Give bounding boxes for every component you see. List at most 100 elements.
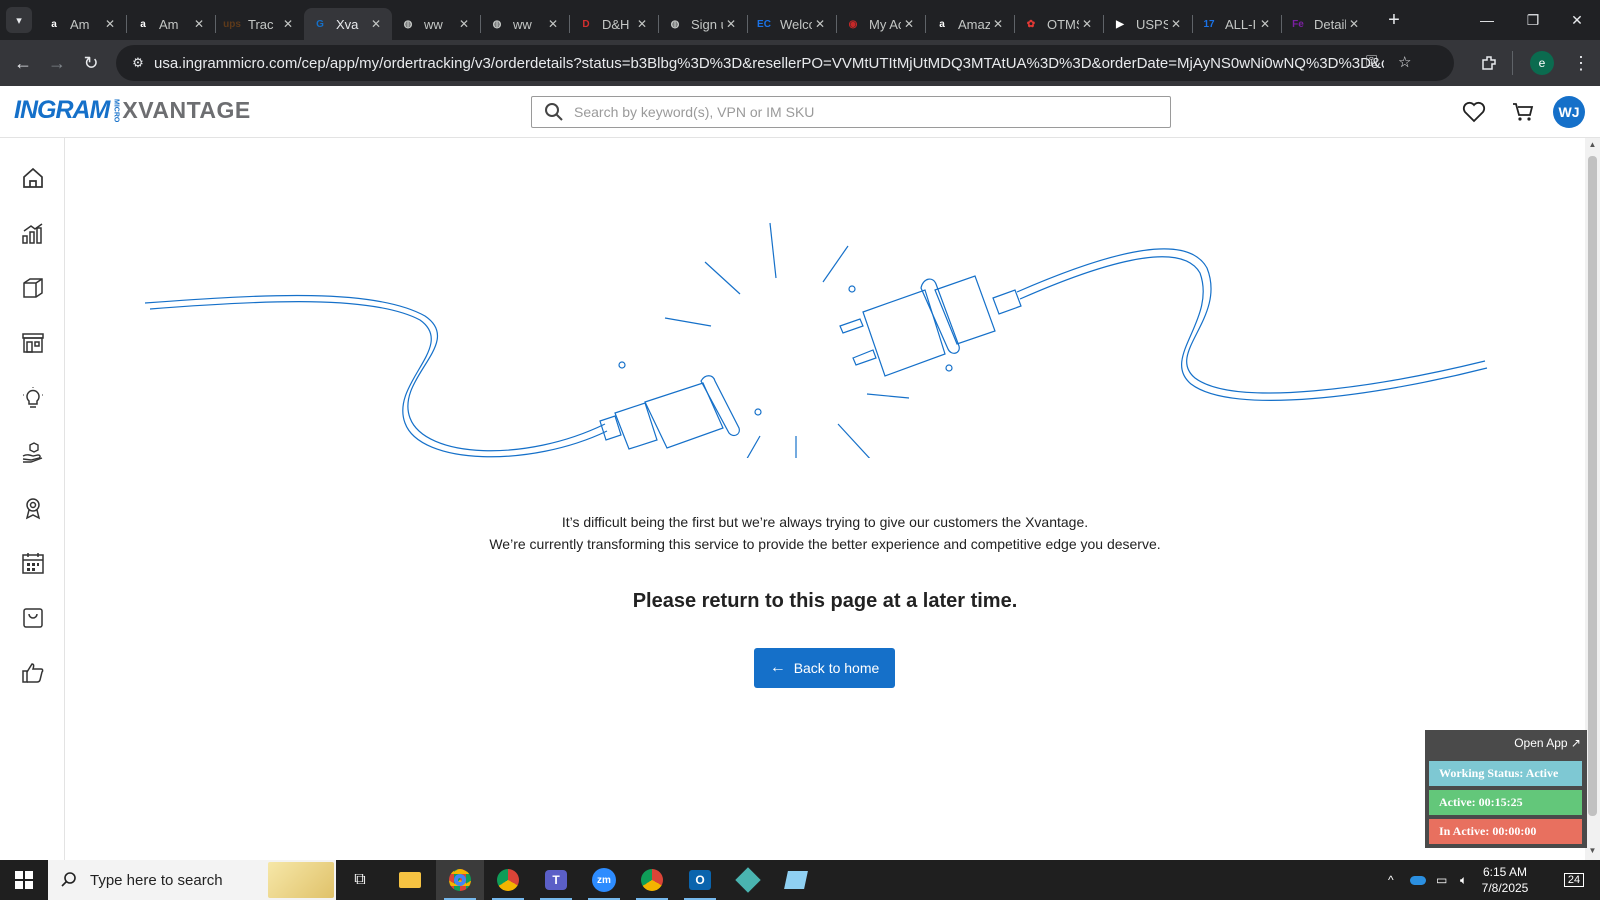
browser-tab[interactable]: a Amazon✕ — [926, 8, 1014, 40]
browser-tab[interactable]: ◉ My Acc✕ — [837, 8, 925, 40]
sidebar-item-feedback[interactable] — [19, 659, 47, 687]
url-text[interactable]: usa.ingrammicro.com/cep/app/my/ordertrac… — [154, 55, 1384, 72]
tab-close-icon[interactable]: ✕ — [723, 17, 739, 31]
browser-tab[interactable]: G Xva ✕ — [304, 8, 392, 40]
tab-title: Sign up — [691, 16, 723, 32]
scroll-down-arrow-icon[interactable]: ▼ — [1588, 846, 1597, 855]
ingram-xvantage-logo[interactable]: INGRAM MICRO XVANTAGE — [14, 96, 251, 125]
browser-tab[interactable]: ✿ OTMS✕ — [1015, 8, 1103, 40]
chrome-menu-icon[interactable]: ⋮ — [1564, 46, 1598, 80]
reload-button[interactable]: ↻ — [74, 46, 108, 80]
amazon-icon: a — [51, 18, 57, 30]
message-line-1: It’s difficult being the first but we’re… — [561, 514, 1089, 530]
onedrive-icon[interactable] — [1410, 860, 1426, 900]
forward-nav-button[interactable]: → — [40, 46, 74, 80]
taskbar-chrome-profile-2[interactable] — [484, 860, 532, 900]
sidebar-item-home[interactable] — [19, 164, 47, 192]
tab-title: Welcom — [780, 16, 812, 32]
wishlist-heart-icon[interactable] — [1460, 98, 1488, 126]
taskbar-chrome[interactable] — [436, 860, 484, 900]
page-scrollbar[interactable]: ▲ ▼ — [1585, 138, 1600, 860]
taskbar-search-box[interactable]: Type here to search — [48, 860, 336, 900]
tab-close-icon[interactable]: ✕ — [456, 17, 472, 31]
teams-icon: T — [545, 870, 567, 890]
browser-tab[interactable]: a Am ✕ — [38, 8, 126, 40]
cart-icon[interactable] — [1509, 98, 1537, 126]
taskbar-chrome-profile-3[interactable] — [628, 860, 676, 900]
search-input[interactable] — [574, 104, 1154, 120]
browser-tab[interactable]: 17 ALL-IN-✕ — [1193, 8, 1281, 40]
tab-close-icon[interactable]: ✕ — [191, 17, 207, 31]
profile-avatar[interactable]: e — [1530, 51, 1554, 75]
open-app-link[interactable]: Open App ↗ — [1514, 736, 1581, 750]
scrollbar-thumb[interactable] — [1588, 156, 1597, 816]
sidebar-item-store[interactable] — [19, 329, 47, 357]
back-nav-button[interactable]: ← — [6, 46, 40, 80]
sidebar-item-calendar[interactable] — [19, 549, 47, 577]
browser-tab[interactable]: ◍ ww ✕ — [392, 8, 480, 40]
tab-close-icon[interactable]: ✕ — [634, 17, 650, 31]
bookmark-star-icon[interactable]: ☆ — [1398, 53, 1411, 71]
tab-close-icon[interactable]: ✕ — [1346, 17, 1362, 31]
tab-close-icon[interactable]: ✕ — [102, 17, 118, 31]
browser-tab[interactable]: ups Trac ✕ — [216, 8, 304, 40]
tab-title: Am — [159, 16, 179, 32]
user-avatar[interactable]: WJ — [1553, 96, 1585, 128]
close-window-button[interactable]: ✕ — [1554, 0, 1600, 40]
start-button[interactable] — [0, 860, 48, 900]
browser-tab[interactable]: Fe Detailed✕ — [1282, 8, 1370, 40]
sidebar-item-analytics[interactable] — [19, 219, 47, 247]
address-bar[interactable]: ⚙ usa.ingrammicro.com/cep/app/my/ordertr… — [116, 45, 1454, 81]
ec-icon: EC — [757, 18, 771, 30]
taskbar-zoom[interactable]: zm — [580, 860, 628, 900]
logo-xvantage: XVANTAGE — [122, 97, 251, 123]
restore-button[interactable]: ❐ — [1510, 0, 1556, 40]
minimize-button[interactable]: — — [1464, 0, 1510, 40]
browser-tab[interactable]: a Am ✕ — [127, 8, 215, 40]
taskbar-outlook[interactable]: O — [676, 860, 724, 900]
tab-close-icon[interactable]: ✕ — [1168, 17, 1184, 31]
password-key-icon[interactable]: ⚿ — [1366, 53, 1377, 70]
store-icon — [22, 333, 44, 353]
tab-close-icon[interactable]: ✕ — [901, 17, 917, 31]
sidebar-item-programs[interactable] — [19, 494, 47, 522]
tab-close-icon[interactable]: ✕ — [545, 17, 561, 31]
volume-icon[interactable]: 🔈︎ — [1460, 860, 1467, 900]
taskbar-file-explorer[interactable] — [386, 860, 434, 900]
tab-close-icon[interactable]: ✕ — [368, 17, 384, 31]
sidebar-item-services[interactable] — [19, 439, 47, 467]
site-info-icon[interactable]: ⚙ — [126, 55, 150, 71]
scroll-up-arrow-icon[interactable]: ▲ — [1588, 140, 1597, 149]
sidebar-item-insights[interactable] — [19, 384, 47, 412]
taskbar-clock[interactable]: 6:15 AM 7/8/2025 — [1470, 864, 1540, 896]
taskbar-app-notes[interactable] — [772, 860, 820, 900]
unplugged-cable-illustration — [145, 222, 1488, 458]
tab-search-menu-button[interactable]: ▾ — [6, 7, 32, 33]
tab-close-icon[interactable]: ✕ — [1079, 17, 1095, 31]
tab-close-icon[interactable]: ✕ — [812, 17, 828, 31]
tab-close-icon[interactable]: ✕ — [280, 17, 296, 31]
home-icon — [23, 167, 43, 188]
browser-tab[interactable]: ◍ Sign up✕ — [659, 8, 747, 40]
tray-overflow-icon[interactable]: ^ — [1388, 860, 1394, 900]
orders-box-icon — [23, 278, 43, 298]
notifications-icon[interactable]: 24 — [1560, 860, 1588, 900]
analytics-icon — [22, 223, 43, 244]
sidebar-item-shopping[interactable] — [19, 604, 47, 632]
network-icon[interactable]: ▭ — [1436, 860, 1447, 900]
new-tab-button[interactable]: + — [1380, 9, 1408, 32]
tab-close-icon[interactable]: ✕ — [990, 17, 1006, 31]
search-box[interactable] — [531, 96, 1171, 128]
browser-tab[interactable]: EC Welcom✕ — [748, 8, 836, 40]
working-status: Working Status: Active — [1429, 761, 1582, 786]
extensions-icon[interactable] — [1472, 46, 1506, 80]
browser-tab[interactable]: ▶ USPS.co✕ — [1104, 8, 1192, 40]
tab-close-icon[interactable]: ✕ — [1257, 17, 1273, 31]
taskbar-app-diamond[interactable] — [724, 860, 772, 900]
back-to-home-button[interactable]: ← Back to home — [754, 648, 895, 688]
browser-tab[interactable]: ◍ ww ✕ — [481, 8, 569, 40]
browser-tab[interactable]: D D&H Di✕ — [570, 8, 658, 40]
sidebar-item-orders[interactable] — [19, 274, 47, 302]
taskbar-teams[interactable]: T — [532, 860, 580, 900]
task-view-button[interactable]: ⧉ — [336, 860, 384, 900]
